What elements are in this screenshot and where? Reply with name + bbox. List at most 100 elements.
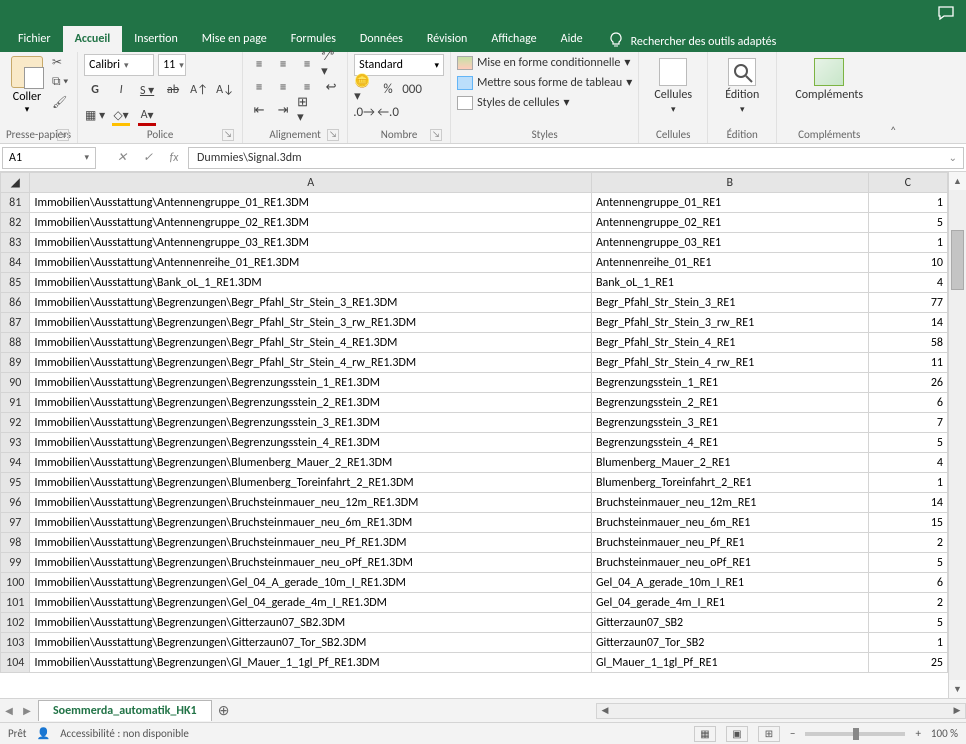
table-row[interactable]: 83Immobilien\Ausstattung\Antennengruppe_… — [1, 233, 948, 253]
row-header[interactable]: 99 — [1, 553, 30, 573]
cell[interactable]: Bank_oL_1_RE1 — [591, 273, 868, 293]
cell[interactable]: Immobilien\Ausstattung\Begrenzungen\Bruc… — [30, 553, 591, 573]
cell[interactable]: 77 — [868, 293, 947, 313]
strike-button[interactable]: ab — [162, 79, 184, 101]
table-row[interactable]: 85Immobilien\Ausstattung\Bank_oL_1_RE1.3… — [1, 273, 948, 293]
cell[interactable]: 6 — [868, 573, 947, 593]
cell[interactable]: Antennenreihe_01_RE1 — [591, 253, 868, 273]
table-row[interactable]: 95Immobilien\Ausstattung\Begrenzungen\Bl… — [1, 473, 948, 493]
cancel-formula-icon[interactable]: ✕ — [110, 147, 134, 169]
cell[interactable]: 15 — [868, 513, 947, 533]
row-header[interactable]: 88 — [1, 333, 30, 353]
cell[interactable]: Begrenzungsstein_4_RE1 — [591, 433, 868, 453]
italic-button[interactable]: I — [110, 79, 132, 101]
bold-button[interactable]: G — [84, 79, 106, 101]
tell-me-search[interactable]: Rechercher des outils adaptés — [631, 35, 777, 49]
table-row[interactable]: 104Immobilien\Ausstattung\Begrenzungen\G… — [1, 653, 948, 673]
paste-button[interactable]: Coller ▾ — [6, 54, 48, 115]
cell[interactable]: Gl_Mauer_1_1gl_Pf_RE1 — [591, 653, 868, 673]
column-header[interactable]: A — [30, 173, 591, 193]
dialog-launcher-icon[interactable]: ↘ — [327, 129, 339, 141]
zoom-out-icon[interactable]: − — [790, 727, 795, 740]
scroll-right-icon[interactable]: ▶ — [949, 705, 965, 716]
currency-icon[interactable]: 🪙 ▾ — [354, 79, 374, 99]
cell[interactable]: 2 — [868, 593, 947, 613]
cell[interactable]: Immobilien\Ausstattung\Begrenzungen\Gel_… — [30, 593, 591, 613]
page-layout-view-icon[interactable]: ▣ — [726, 726, 748, 742]
cell[interactable]: 1 — [868, 193, 947, 213]
number-format-combo[interactable]: Standard▾ — [354, 54, 444, 76]
cell[interactable]: Immobilien\Ausstattung\Antennengruppe_01… — [30, 193, 591, 213]
wrap-text-icon[interactable]: ↩ — [321, 77, 341, 97]
cell[interactable]: Immobilien\Ausstattung\Begrenzungen\Begr… — [30, 433, 591, 453]
cell[interactable]: Immobilien\Ausstattung\Antennenreihe_01_… — [30, 253, 591, 273]
cell[interactable]: Bruchsteinmauer_neu_12m_RE1 — [591, 493, 868, 513]
align-top-icon[interactable]: ≡ — [249, 54, 269, 74]
row-header[interactable]: 91 — [1, 393, 30, 413]
row-header[interactable]: 81 — [1, 193, 30, 213]
comma-style-icon[interactable]: 000 — [402, 79, 422, 99]
scroll-left-icon[interactable]: ◀ — [597, 705, 613, 716]
cell[interactable]: Bruchsteinmauer_neu_oPf_RE1 — [591, 553, 868, 573]
table-row[interactable]: 84Immobilien\Ausstattung\Antennenreihe_0… — [1, 253, 948, 273]
collapse-ribbon-icon[interactable]: ˄ — [881, 52, 905, 143]
enter-formula-icon[interactable]: ✓ — [136, 147, 160, 169]
table-row[interactable]: 91Immobilien\Ausstattung\Begrenzungen\Be… — [1, 393, 948, 413]
cell[interactable]: 5 — [868, 613, 947, 633]
table-row[interactable]: 97Immobilien\Ausstattung\Begrenzungen\Br… — [1, 513, 948, 533]
tab-nav-prev-icon[interactable]: ◀ — [0, 704, 18, 717]
add-sheet-icon[interactable]: ⊕ — [212, 702, 236, 719]
cell[interactable]: 7 — [868, 413, 947, 433]
cell[interactable]: Immobilien\Ausstattung\Begrenzungen\Gel_… — [30, 573, 591, 593]
cell[interactable]: Immobilien\Ausstattung\Begrenzungen\Bruc… — [30, 493, 591, 513]
cell[interactable]: Immobilien\Ausstattung\Begrenzungen\Gl_M… — [30, 653, 591, 673]
menu-tab-révision[interactable]: Révision — [415, 26, 479, 52]
table-row[interactable]: 99Immobilien\Ausstattung\Begrenzungen\Br… — [1, 553, 948, 573]
cell[interactable]: Bruchsteinmauer_neu_6m_RE1 — [591, 513, 868, 533]
font-color-button[interactable]: A ▾ — [136, 104, 158, 126]
cell[interactable]: Immobilien\Ausstattung\Antennengruppe_02… — [30, 213, 591, 233]
align-middle-icon[interactable]: ≡ — [273, 54, 293, 74]
cell[interactable]: Immobilien\Ausstattung\Begrenzungen\Blum… — [30, 473, 591, 493]
comments-icon[interactable] — [938, 4, 956, 22]
menu-tab-données[interactable]: Données — [348, 26, 415, 52]
cell[interactable]: Antennengruppe_01_RE1 — [591, 193, 868, 213]
row-header[interactable]: 100 — [1, 573, 30, 593]
row-header[interactable]: 82 — [1, 213, 30, 233]
cell[interactable]: Immobilien\Ausstattung\Bank_oL_1_RE1.3DM — [30, 273, 591, 293]
table-row[interactable]: 88Immobilien\Ausstattung\Begrenzungen\Be… — [1, 333, 948, 353]
border-button[interactable]: ▦ ▾ — [84, 104, 106, 126]
table-row[interactable]: 94Immobilien\Ausstattung\Begrenzungen\Bl… — [1, 453, 948, 473]
cell[interactable]: Bruchsteinmauer_neu_Pf_RE1 — [591, 533, 868, 553]
horizontal-scrollbar[interactable]: ◀ ▶ — [596, 703, 966, 719]
cell[interactable]: Antennengruppe_02_RE1 — [591, 213, 868, 233]
row-header[interactable]: 102 — [1, 613, 30, 633]
table-row[interactable]: 96Immobilien\Ausstattung\Begrenzungen\Br… — [1, 493, 948, 513]
cell[interactable]: Begrenzungsstein_2_RE1 — [591, 393, 868, 413]
increase-decimal-icon[interactable]: .0→ — [354, 102, 374, 122]
cell[interactable]: Immobilien\Ausstattung\Begrenzungen\Begr… — [30, 313, 591, 333]
cell[interactable]: Immobilien\Ausstattung\Begrenzungen\Begr… — [30, 373, 591, 393]
cut-icon[interactable]: ✂ — [52, 54, 70, 70]
cell[interactable]: Immobilien\Ausstattung\Begrenzungen\Bruc… — [30, 533, 591, 553]
row-header[interactable]: 92 — [1, 413, 30, 433]
cell[interactable]: Begrenzungsstein_1_RE1 — [591, 373, 868, 393]
cell[interactable]: 2 — [868, 533, 947, 553]
cell[interactable]: Gel_04_A_gerade_10m_I_RE1 — [591, 573, 868, 593]
spreadsheet-grid[interactable]: ◢ A B C 81Immobilien\Ausstattung\Antenne… — [0, 172, 948, 673]
vertical-scrollbar[interactable]: ▲ ▼ — [948, 172, 966, 698]
underline-button[interactable]: S ▾ — [136, 79, 158, 101]
row-header[interactable]: 90 — [1, 373, 30, 393]
row-header[interactable]: 89 — [1, 353, 30, 373]
cell[interactable]: Immobilien\Ausstattung\Begrenzungen\Begr… — [30, 293, 591, 313]
cell[interactable]: Immobilien\Ausstattung\Begrenzungen\Begr… — [30, 393, 591, 413]
cell[interactable]: 25 — [868, 653, 947, 673]
cell[interactable]: 5 — [868, 433, 947, 453]
zoom-slider[interactable] — [805, 732, 905, 736]
cell[interactable]: Immobilien\Ausstattung\Antennengruppe_03… — [30, 233, 591, 253]
align-center-icon[interactable]: ≡ — [273, 77, 293, 97]
percent-icon[interactable]: % — [378, 79, 398, 99]
row-header[interactable]: 97 — [1, 513, 30, 533]
sheet-tab[interactable]: Soemmerda_automatik_HK1 — [38, 700, 212, 721]
table-row[interactable]: 100Immobilien\Ausstattung\Begrenzungen\G… — [1, 573, 948, 593]
